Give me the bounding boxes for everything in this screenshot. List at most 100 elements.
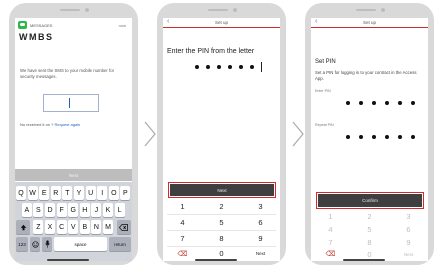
key-l[interactable]: L: [114, 203, 125, 217]
nav-accent-line: [163, 27, 280, 28]
pin-dot: [346, 135, 350, 139]
nav-accent-line: [311, 27, 428, 28]
set-pin-description: Set a PIN for logging in to your contrac…: [315, 70, 417, 81]
phone-camera: [381, 8, 385, 12]
numpad-key-2[interactable]: 2: [202, 199, 241, 214]
key-k[interactable]: K: [103, 203, 113, 217]
letter-pin-field[interactable]: [195, 62, 262, 72]
home-indicator: [343, 259, 385, 261]
keyboard-row-2: A S D F G H J K L: [15, 203, 132, 217]
repeat-pin-field[interactable]: [346, 135, 415, 139]
numpad-key-2[interactable]: 2: [350, 210, 389, 222]
numpad-next-key[interactable]: Next: [389, 248, 428, 260]
nav-title: Set up: [214, 20, 228, 25]
key-q[interactable]: Q: [16, 186, 26, 200]
pin-dot: [359, 135, 363, 139]
key-w[interactable]: W: [27, 186, 38, 200]
numpad-key-4[interactable]: 4: [311, 223, 350, 235]
key-c[interactable]: C: [56, 220, 67, 234]
request-again-link[interactable]: Request again: [54, 122, 80, 127]
pin-dot: [195, 65, 199, 69]
delete-icon: ⌫: [177, 250, 188, 258]
numpad-key-8[interactable]: 8: [350, 236, 389, 248]
microphone-key[interactable]: [42, 237, 52, 251]
key-z[interactable]: Z: [33, 220, 44, 234]
sms-next-button[interactable]: Next: [15, 169, 132, 181]
numpad-next-key[interactable]: Next: [241, 246, 280, 261]
emoji-key[interactable]: [30, 237, 40, 251]
key-n[interactable]: N: [91, 220, 102, 234]
sms-screen: MESSAGES now WMBS We have sent the SMS t…: [15, 18, 132, 261]
key-p[interactable]: P: [120, 186, 131, 200]
phone-letter-pin-step: ‹ Set up Enter the PIN from the letter N…: [157, 3, 286, 265]
next-button[interactable]: Next: [168, 182, 276, 198]
resend-row: No received it on ? Request again: [20, 122, 80, 127]
numeric-keypad-disabled: 1 2 3 4 5 6 7 8 9 ⌫ 0 Next: [311, 210, 428, 261]
key-s[interactable]: S: [33, 203, 44, 217]
key-d[interactable]: D: [45, 203, 55, 217]
numpad-key-3[interactable]: 3: [389, 210, 428, 222]
numbers-key[interactable]: 123: [16, 237, 28, 251]
pin-dot: [385, 101, 389, 105]
phone-set-pin-step: ‹ Set up Set PIN Set a PIN for logging i…: [305, 3, 434, 265]
key-j[interactable]: J: [91, 203, 102, 217]
numpad-key-7[interactable]: 7: [163, 231, 202, 246]
chevron-right-icon: [144, 121, 156, 147]
sms-notification-header: MESSAGES now: [18, 21, 126, 29]
numpad-key-1[interactable]: 1: [163, 199, 202, 214]
set-pin-heading: Set PIN: [315, 59, 336, 65]
pin-dot: [398, 135, 402, 139]
phone-speaker: [356, 9, 376, 11]
phone-camera: [85, 8, 89, 12]
pin-dot: [359, 101, 363, 105]
confirm-button[interactable]: Confirm: [316, 192, 424, 209]
key-u[interactable]: U: [85, 186, 96, 200]
shift-icon: [20, 224, 26, 230]
letter-pin-screen: ‹ Set up Enter the PIN from the letter N…: [163, 18, 280, 261]
pin-dot: [372, 135, 376, 139]
key-m[interactable]: M: [103, 220, 113, 234]
numpad-key-9[interactable]: 9: [241, 231, 280, 246]
numpad-key-1[interactable]: 1: [311, 210, 350, 222]
repeat-pin-label: Repeat PIN: [315, 123, 334, 127]
key-f[interactable]: F: [56, 203, 67, 217]
pin-dot: [217, 65, 221, 69]
key-o[interactable]: O: [108, 186, 119, 200]
return-key[interactable]: return: [109, 237, 131, 251]
backspace-key[interactable]: [116, 220, 131, 234]
numpad-key-7[interactable]: 7: [311, 236, 350, 248]
key-t[interactable]: T: [62, 186, 73, 200]
numpad-key-6[interactable]: 6: [389, 223, 428, 235]
shift-key[interactable]: [16, 220, 30, 234]
pin-dot: [228, 65, 232, 69]
numpad-key-5[interactable]: 5: [202, 215, 241, 230]
pin-prompt: Enter the PIN from the letter: [167, 48, 255, 55]
numpad-key-3[interactable]: 3: [241, 199, 280, 214]
key-e[interactable]: E: [39, 186, 50, 200]
space-key[interactable]: space: [54, 237, 107, 251]
key-v[interactable]: V: [68, 220, 79, 234]
phone-camera: [233, 8, 237, 12]
numpad-key-5[interactable]: 5: [350, 223, 389, 235]
enter-pin-field[interactable]: [346, 101, 415, 105]
key-g[interactable]: G: [68, 203, 79, 217]
numpad-key-4[interactable]: 4: [163, 215, 202, 230]
nav-title: Set up: [362, 20, 376, 25]
sms-code-input[interactable]: [43, 94, 99, 112]
key-r[interactable]: R: [50, 186, 61, 200]
numpad-key-8[interactable]: 8: [202, 231, 241, 246]
numpad-key-6[interactable]: 6: [241, 215, 280, 230]
key-y[interactable]: Y: [74, 186, 84, 200]
key-i[interactable]: I: [97, 186, 108, 200]
key-h[interactable]: H: [79, 203, 90, 217]
key-a[interactable]: A: [21, 203, 32, 217]
key-x[interactable]: X: [45, 220, 55, 234]
numpad-key-9[interactable]: 9: [389, 236, 428, 248]
pin-dot: [206, 65, 210, 69]
pin-dot: [239, 65, 243, 69]
emoji-icon: [31, 240, 39, 248]
phone-speaker: [60, 9, 80, 11]
key-b[interactable]: B: [79, 220, 90, 234]
keyboard-row-3: Z X C V B N M: [15, 220, 132, 234]
pin-dot: [250, 65, 254, 69]
